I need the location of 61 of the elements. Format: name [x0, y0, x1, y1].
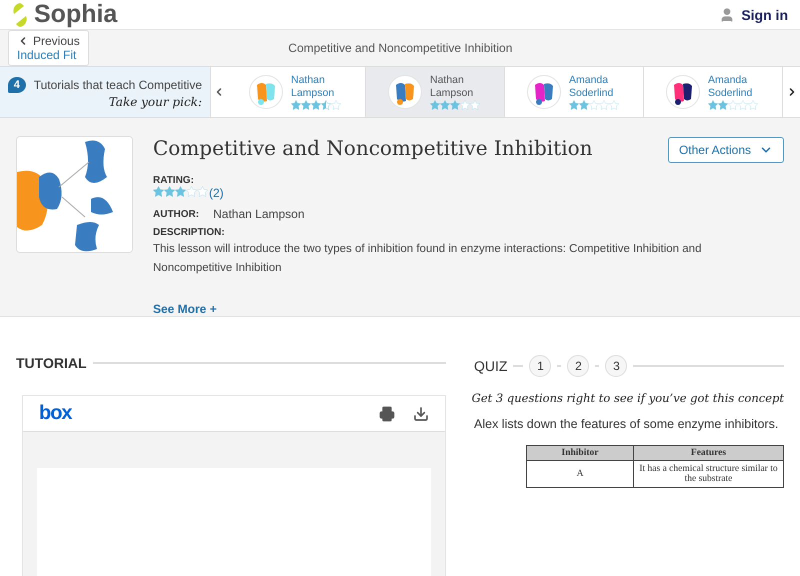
star-icon: [311, 100, 321, 110]
star-icon: [589, 100, 599, 110]
star-icon: [197, 186, 208, 197]
author-name: Nathan Lampson: [213, 207, 305, 221]
star-icon: [599, 100, 609, 110]
tutorial-count: 4: [8, 77, 26, 93]
star-icon: [579, 100, 589, 110]
star-icon: [718, 100, 728, 110]
question-step[interactable]: 1: [529, 355, 552, 377]
question-text: Alex lists down the features of some enzyme inhibitors.: [474, 417, 780, 431]
question-step[interactable]: 3: [605, 355, 628, 377]
rating-label: RATING:: [153, 175, 195, 186]
download-icon[interactable]: [413, 406, 429, 422]
star-icon: [748, 100, 758, 110]
author-label: AUTHOR:: [153, 208, 200, 220]
star-icon: [460, 100, 470, 110]
tagline: Take your pick:: [108, 95, 202, 109]
star-icon: [569, 100, 579, 110]
user-icon: [719, 6, 736, 22]
star-icon: [331, 100, 341, 110]
table-header: Features: [634, 446, 784, 460]
tutorial-card[interactable]: Nathan Lampson: [366, 67, 505, 117]
table-cell: It has a chemical structure similar to the substrate: [634, 460, 784, 488]
sign-in-link[interactable]: Sign in: [719, 6, 788, 22]
quiz-heading: QUIZ: [474, 358, 508, 374]
star-icon: [186, 186, 197, 197]
author-name: Nathan Lampson: [430, 74, 474, 100]
star-icon: [708, 100, 718, 110]
table-header: Inhibitor: [526, 446, 634, 460]
star-icon: [609, 100, 619, 110]
rating-count-link[interactable]: (2): [209, 186, 224, 200]
star-icon: [175, 186, 186, 197]
table-cell: A: [526, 460, 634, 488]
see-more-link[interactable]: See More +: [153, 302, 784, 316]
quiz-prompt: Get 3 questions right to see if you’ve got this concept: [472, 391, 784, 405]
star-icon: [728, 100, 738, 110]
star-icon: [470, 100, 480, 110]
star-icon: [153, 186, 164, 197]
description-label: DESCRIPTION:: [153, 227, 226, 238]
lesson-title: Competitive and Noncompetitive Inhibition: [153, 136, 593, 160]
star-icon: [450, 100, 460, 110]
author-name: Nathan Lampson: [291, 74, 336, 100]
previous-button[interactable]: Previous Induced Fit: [8, 30, 89, 66]
star-icon: [321, 100, 331, 110]
author-name: Amanda Soderlind: [569, 74, 614, 100]
question-step[interactable]: 2: [567, 355, 590, 377]
star-icon: [301, 100, 311, 110]
star-icon: [430, 100, 440, 110]
tutorial-heading: TUTORIAL: [16, 355, 87, 371]
page-title: Competitive and Noncompetitive Inhibition: [287, 41, 514, 55]
box-logo: box: [39, 402, 72, 425]
star-icon: [738, 100, 748, 110]
star-icon: [291, 100, 301, 110]
logo-text: Sophia: [34, 0, 118, 29]
description-text: This lesson will introduce the two types of inhibition found in enzyme interactions: Competitive Inhibition and Noncompetitive Inhibition: [153, 242, 702, 276]
author-name: Amanda Soderlind: [708, 74, 754, 100]
star-icon: [440, 100, 450, 110]
print-icon[interactable]: [379, 406, 395, 422]
star-icon: [164, 186, 175, 197]
tutorials-heading: Tutorials that teach Competitive: [34, 78, 202, 92]
other-actions-button[interactable]: Other Actions: [668, 137, 784, 163]
